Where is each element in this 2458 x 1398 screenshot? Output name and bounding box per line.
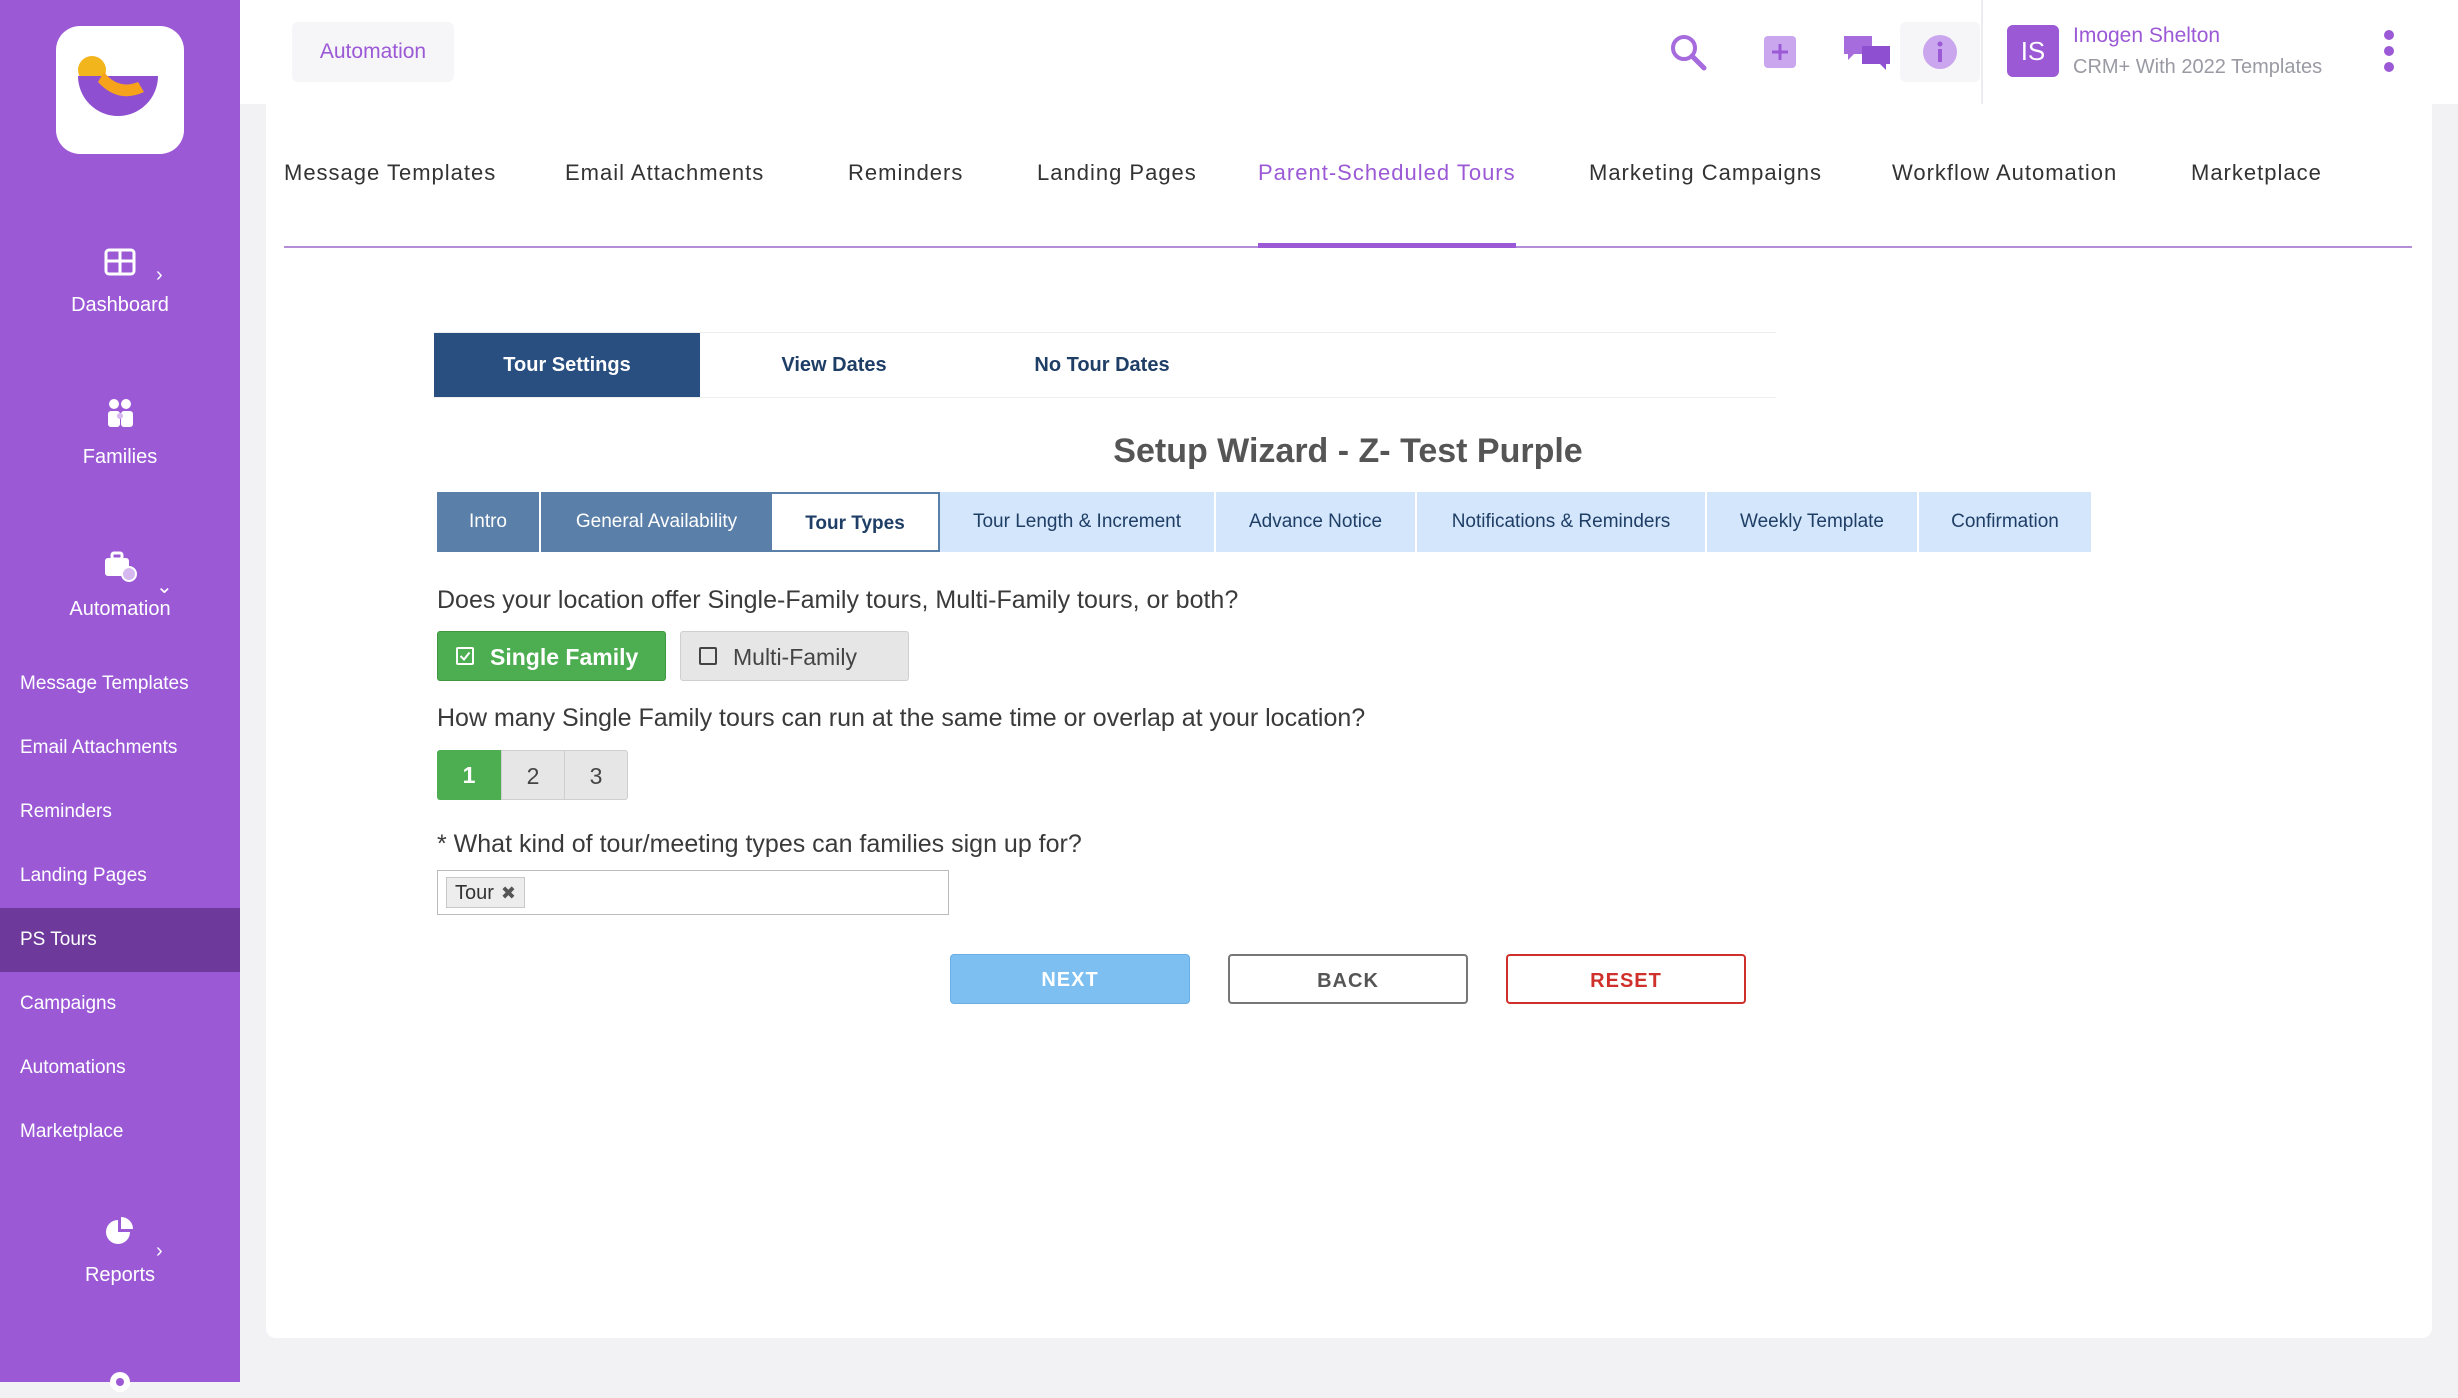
sidebar-group-dashboard[interactable]: › Dashboard	[0, 244, 240, 317]
sidebar: › Dashboard Families ⌄ Automation Messag…	[0, 0, 240, 1392]
reports-pie-icon	[106, 1217, 133, 1244]
tab-message-templates[interactable]: Message Templates	[284, 160, 496, 246]
more-vertical-icon[interactable]	[2382, 30, 2396, 76]
search-icon[interactable]	[1668, 32, 1708, 72]
multi-family-toggle[interactable]: Multi-Family	[680, 631, 909, 681]
user-subtitle: CRM+ With 2022 Templates	[2073, 56, 2323, 78]
sidebar-group-reports[interactable]: › Reports	[0, 1214, 240, 1287]
back-button[interactable]: BACK	[1228, 954, 1468, 1004]
user-name[interactable]: Imogen Shelton	[2073, 24, 2220, 48]
families-icon	[108, 399, 133, 427]
avatar[interactable]: IS	[2007, 25, 2059, 77]
info-icon[interactable]	[1920, 32, 1960, 72]
sidebar-item-message-templates[interactable]: Message Templates	[0, 652, 240, 716]
tab-landing-pages[interactable]: Landing Pages	[1037, 160, 1197, 246]
subtab-no-tour-dates[interactable]: No Tour Dates	[968, 333, 1236, 397]
header-divider	[1981, 0, 1983, 104]
sidebar-item-automations[interactable]: Automations	[0, 1036, 240, 1100]
subtab-bar: Tour Settings View Dates No Tour Dates	[434, 332, 1776, 398]
top-tab-bar: Message Templates Email Attachments Remi…	[284, 160, 2412, 248]
checkbox-unchecked-icon	[699, 647, 717, 665]
step-general-availability[interactable]: General Availability	[541, 492, 774, 552]
sidebar-group-label: Families	[82, 446, 158, 468]
wizard-title: Setup Wizard - Z- Test Purple	[1113, 432, 1583, 470]
question-tour-family-type: Does your location offer Single-Family t…	[437, 586, 1239, 614]
tab-parent-scheduled-tours[interactable]: Parent-Scheduled Tours	[1258, 160, 1516, 248]
sidebar-item-email-attachments[interactable]: Email Attachments	[0, 716, 240, 780]
tab-marketing-campaigns[interactable]: Marketing Campaigns	[1589, 160, 1822, 246]
overlap-option-3[interactable]: 3	[564, 750, 628, 800]
checkbox-checked-icon	[456, 647, 474, 665]
sidebar-group-automation[interactable]: ⌄ Automation	[0, 548, 240, 621]
add-icon[interactable]	[1760, 32, 1800, 72]
step-tour-types[interactable]: Tour Types	[770, 492, 940, 552]
sidebar-item-marketplace[interactable]: Marketplace	[0, 1100, 240, 1164]
question-overlap-count: How many Single Family tours can run at …	[437, 704, 1366, 732]
sidebar-item-landing-pages[interactable]: Landing Pages	[0, 844, 240, 908]
tab-email-attachments[interactable]: Email Attachments	[565, 160, 764, 246]
sidebar-group-label: Automation	[69, 598, 171, 620]
chevron-down-icon: ⌄	[156, 576, 173, 598]
step-weekly-template[interactable]: Weekly Template	[1707, 492, 1919, 552]
breadcrumb[interactable]: Automation	[292, 22, 454, 82]
reset-button[interactable]: RESET	[1506, 954, 1746, 1004]
step-confirmation[interactable]: Confirmation	[1919, 492, 2093, 552]
subtab-tour-settings[interactable]: Tour Settings	[434, 333, 700, 397]
sidebar-item-reminders[interactable]: Reminders	[0, 780, 240, 844]
tab-marketplace[interactable]: Marketplace	[2191, 160, 2322, 246]
step-advance-notice[interactable]: Advance Notice	[1216, 492, 1417, 552]
overlap-option-2[interactable]: 2	[501, 750, 565, 800]
sidebar-group-families[interactable]: Families	[0, 396, 240, 469]
dashboard-icon	[104, 248, 136, 276]
step-intro[interactable]: Intro	[437, 492, 541, 552]
sidebar-item-ps-tours[interactable]: PS Tours	[0, 908, 240, 972]
option-label: Multi-Family	[733, 644, 857, 670]
top-header	[240, 0, 2458, 104]
option-label: Single Family	[490, 644, 639, 670]
tab-reminders[interactable]: Reminders	[848, 160, 963, 246]
tab-workflow-automation[interactable]: Workflow Automation	[1892, 160, 2117, 246]
tag-label: Tour	[455, 882, 494, 904]
chat-icon[interactable]	[1842, 32, 1892, 72]
step-notifications-reminders[interactable]: Notifications & Reminders	[1417, 492, 1707, 552]
kebab-dot	[2384, 46, 2394, 56]
kebab-dot	[2384, 30, 2394, 40]
meeting-types-input[interactable]: Tour ✖	[437, 870, 949, 915]
logo-icon	[78, 56, 158, 116]
question-meeting-types: * What kind of tour/meeting types can fa…	[437, 830, 1082, 858]
subtab-view-dates[interactable]: View Dates	[700, 333, 968, 397]
app-logo[interactable]	[56, 26, 184, 154]
single-family-toggle[interactable]: Single Family	[437, 631, 666, 681]
automation-icon	[105, 551, 137, 582]
settings-gear-icon[interactable]	[104, 1366, 136, 1398]
sidebar-item-campaigns[interactable]: Campaigns	[0, 972, 240, 1036]
overlap-option-1[interactable]: 1	[437, 750, 501, 800]
chevron-right-icon: ›	[156, 264, 163, 286]
sidebar-group-label: Dashboard	[71, 294, 169, 316]
remove-tag-icon[interactable]: ✖	[501, 878, 516, 909]
chevron-right-icon: ›	[156, 1240, 163, 1262]
sidebar-group-label: Reports	[84, 1264, 156, 1286]
next-button[interactable]: NEXT	[950, 954, 1190, 1004]
kebab-dot	[2384, 62, 2394, 72]
tag-chip: Tour ✖	[446, 877, 525, 908]
step-tour-length-increment[interactable]: Tour Length & Increment	[940, 492, 1216, 552]
